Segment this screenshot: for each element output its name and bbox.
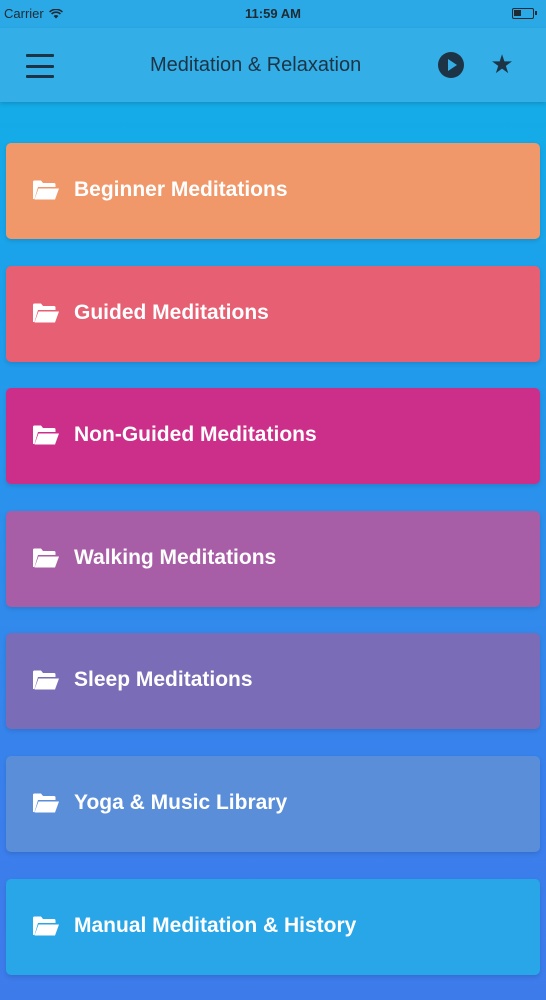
folder-open-icon — [33, 303, 59, 323]
nav-bar: Meditation & Relaxation ★ — [0, 28, 546, 102]
play-circle-icon[interactable] — [438, 52, 464, 78]
category-label: Sleep Meditations — [74, 668, 253, 692]
folder-open-icon — [33, 425, 59, 445]
battery-icon — [512, 8, 537, 19]
category-card-walking-meditations[interactable]: Walking Meditations — [6, 510, 540, 607]
category-label: Guided Meditations — [74, 300, 269, 324]
category-label: Yoga & Music Library — [74, 791, 288, 814]
hamburger-menu-icon[interactable] — [26, 54, 54, 78]
status-time: 11:59 AM — [245, 6, 301, 21]
folder-open-icon — [33, 793, 59, 813]
category-card-yoga-and-music-library[interactable]: Yoga & Music Library — [6, 756, 540, 852]
category-label: Manual Meditation & History — [74, 913, 357, 937]
page-title: Meditation & Relaxation — [150, 54, 362, 76]
folder-open-icon — [33, 916, 59, 936]
folder-open-icon — [33, 180, 59, 200]
category-card-guided-meditations[interactable]: Guided Meditations — [6, 265, 540, 362]
category-label: Walking Meditations — [74, 545, 277, 569]
star-icon[interactable]: ★ — [488, 50, 516, 78]
category-card-non-guided-meditations[interactable]: Non-Guided Meditations — [6, 388, 540, 485]
category-label: Non-Guided Meditations — [74, 423, 317, 447]
folder-open-icon — [33, 548, 59, 568]
folder-open-icon — [33, 670, 59, 690]
category-label: Beginner Meditations — [74, 178, 288, 201]
category-card-manual-meditation-and-history[interactable]: Manual Meditation & History — [6, 878, 540, 975]
category-card-sleep-meditations[interactable]: Sleep Meditations — [6, 633, 540, 730]
category-card-beginner-meditations[interactable]: Beginner Meditations — [6, 143, 540, 239]
status-bar: Carrier 11:59 AM — [0, 0, 546, 28]
